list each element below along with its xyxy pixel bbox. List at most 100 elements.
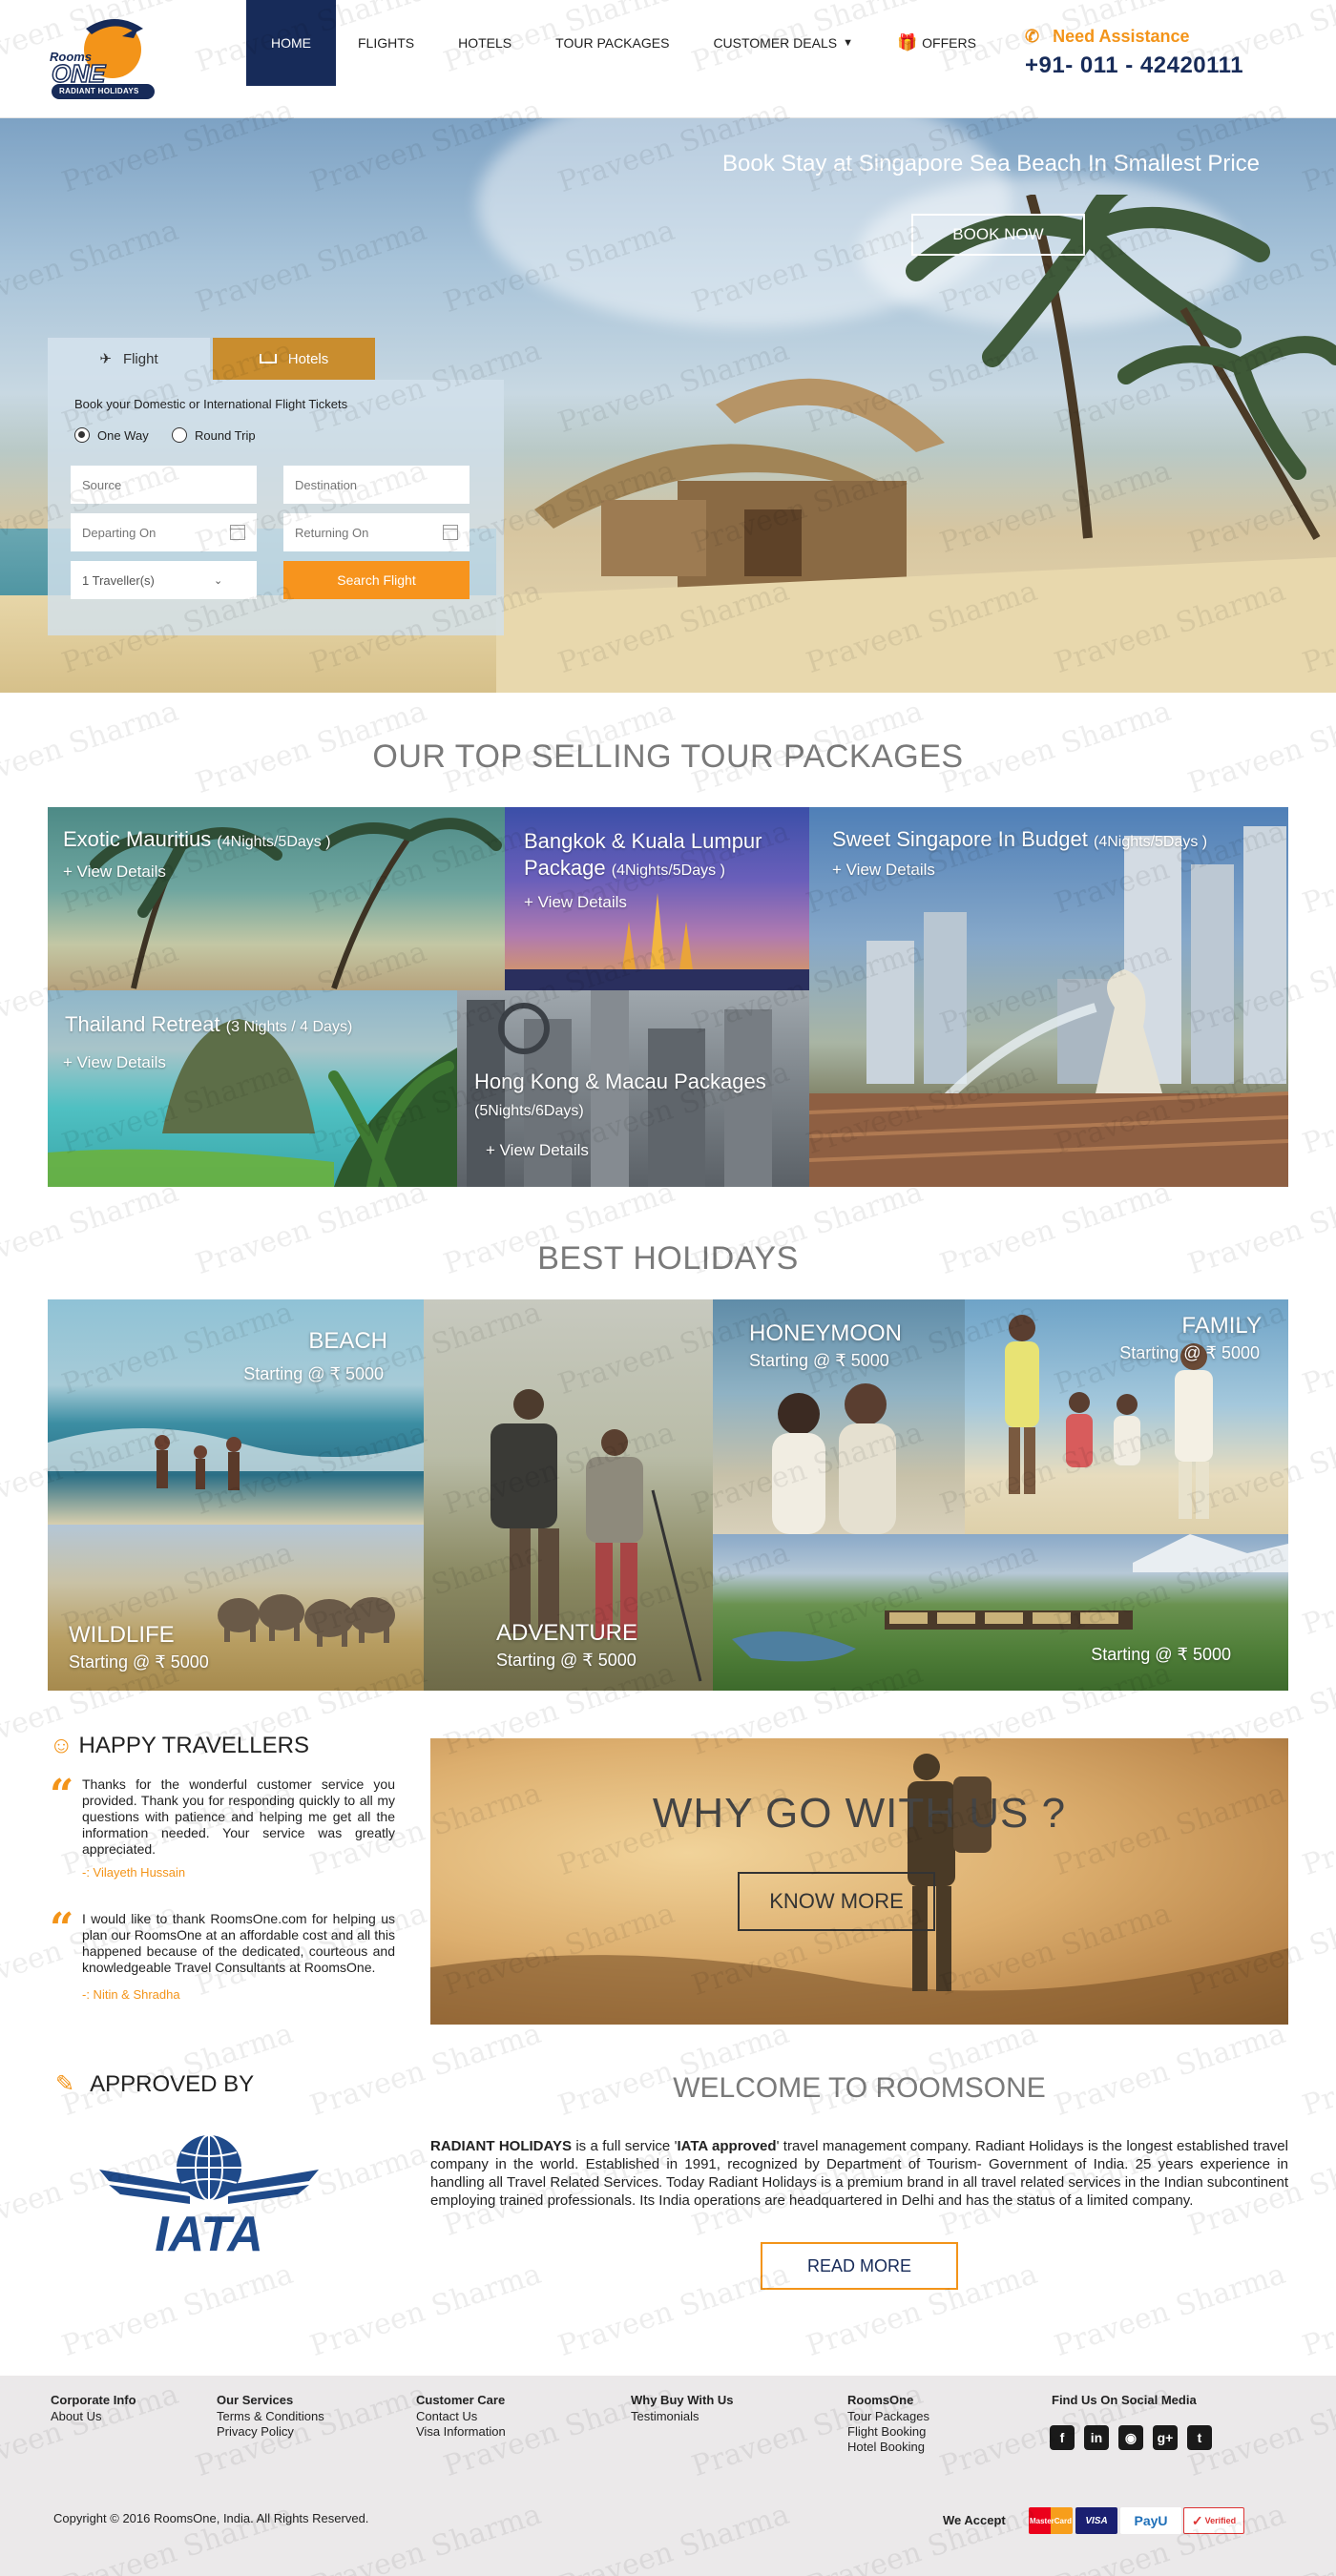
phone-icon: ✆ [1025, 27, 1040, 46]
tab-flight[interactable]: ✈ Flight [48, 338, 210, 380]
verified-label: Verified [1204, 2516, 1237, 2525]
radio-round-trip-label: Round Trip [195, 427, 256, 443]
watermark-text: Praveen Sharma [553, 2256, 794, 2364]
calendar-icon[interactable] [230, 525, 245, 540]
return-date-input[interactable] [295, 525, 443, 540]
social-title: Find Us On Social Media [1052, 2393, 1197, 2407]
twitter-icon[interactable]: t [1187, 2425, 1212, 2450]
view-details-link[interactable]: + View Details [63, 1053, 166, 1072]
search-flight-button[interactable]: Search Flight [283, 561, 470, 599]
gift-icon: 🎁 [897, 33, 918, 52]
bed-icon [259, 354, 277, 364]
holiday-tile-wildlife[interactable]: WILDLIFE Starting @ ₹ 5000 [48, 1525, 424, 1691]
happy-travellers-title: ☺ HAPPY TRAVELLERS [50, 1733, 309, 1759]
depart-date-field[interactable] [71, 513, 257, 551]
nav-flights-label: FLIGHTS [358, 35, 415, 51]
footer-heading[interactable]: RoomsOne [847, 2393, 929, 2408]
view-details-link[interactable]: + View Details [63, 862, 166, 882]
footer-link-contact[interactable]: Contact Us [416, 2409, 506, 2424]
holiday-tile-beach[interactable]: BEACH Starting @ ₹ 5000 [48, 1299, 424, 1525]
logo-sub-text: RADIANT HOLIDAYS [59, 87, 139, 95]
holiday-tile-family[interactable]: FAMILY Starting @ ₹ 5000 [965, 1299, 1288, 1534]
footer-link-tour-packages[interactable]: Tour Packages [847, 2409, 929, 2424]
instagram-icon[interactable]: ◉ [1118, 2425, 1143, 2450]
airplane-icon: ✈ [99, 351, 112, 367]
footer-link-visa[interactable]: Visa Information [416, 2424, 506, 2440]
watermark-text: Praveen Sharma [1298, 2017, 1336, 2124]
tour-tile-singapore[interactable]: Sweet Singapore In Budget (4Nights/5Days… [809, 807, 1288, 1187]
footer-link-privacy[interactable]: Privacy Policy [217, 2424, 324, 2440]
know-more-button[interactable]: KNOW MORE [738, 1872, 935, 1931]
footer-col-customer-care: Customer Care Contact Us Visa Informatio… [416, 2393, 506, 2440]
google-plus-icon[interactable]: g+ [1153, 2425, 1178, 2450]
footer-link-testimonials[interactable]: Testimonials [631, 2409, 734, 2424]
holiday-name: WILDLIFE [69, 1622, 175, 1648]
footer-heading[interactable]: Corporate Info [51, 2393, 136, 2408]
tour-name: Hong Kong & Macau Packages [474, 1070, 766, 1093]
destination-input[interactable] [295, 477, 458, 492]
footer-link-flight-booking[interactable]: Flight Booking [847, 2424, 929, 2440]
nav-tour-packages[interactable]: TOUR PACKAGES [533, 0, 691, 86]
tour-tile-bangkok[interactable]: Bangkok & Kuala Lumpur Package (4Nights/… [505, 807, 809, 990]
view-details-link[interactable]: + View Details [832, 861, 935, 880]
footer-link-about[interactable]: About Us [51, 2409, 136, 2424]
tour-tile-mauritius[interactable]: Exotic Mauritius (4Nights/5Days ) + View… [48, 807, 505, 990]
footer-heading[interactable]: Why Buy With Us [631, 2393, 734, 2408]
welcome-title: WELCOME TO ROOMSONE [673, 2072, 1046, 2104]
view-details-link[interactable]: + View Details [486, 1141, 589, 1160]
linkedin-icon[interactable]: in [1084, 2425, 1109, 2450]
holiday-name: BEACH [308, 1328, 387, 1354]
hero-banner: Book Stay at Singapore Sea Beach In Smal… [0, 118, 1336, 693]
nav-hotels[interactable]: HOTELS [436, 0, 533, 86]
source-input[interactable] [82, 477, 245, 492]
footer-heading[interactable]: Our Services [217, 2393, 324, 2408]
check-icon: ✓ [1191, 2512, 1203, 2528]
tour-duration: (4Nights/5Days ) [1093, 834, 1208, 850]
holiday-price: Starting @ ₹ 5000 [243, 1364, 384, 1383]
calendar-icon[interactable] [443, 525, 458, 540]
assistance-label: Need Assistance [1053, 27, 1190, 46]
nav-offers[interactable]: 🎁 OFFERS [875, 0, 998, 86]
return-date-field[interactable] [283, 513, 470, 551]
tour-tile-hongkong[interactable]: Hong Kong & Macau Packages (5Nights/6Days… [457, 990, 809, 1187]
tab-flight-label: Flight [122, 350, 158, 367]
assistance-phone[interactable]: +91- 011 - 42420111 [1025, 52, 1254, 79]
radio-round-trip[interactable]: Round Trip [172, 427, 256, 443]
holiday-tile-hills[interactable]: Starting @ ₹ 5000 [713, 1534, 1288, 1691]
watermark-text: Praveen Sharma [1050, 2016, 1290, 2124]
holiday-name: HONEYMOON [749, 1320, 903, 1346]
assistance-block: ✆ Need Assistance +91- 011 - 42420111 [1025, 27, 1254, 79]
read-more-button[interactable]: READ MORE [761, 2242, 958, 2290]
smiley-icon: ☺ [50, 1733, 73, 1758]
iata-logo-text: IATA [155, 2207, 263, 2262]
nav-home[interactable]: HOME [246, 0, 336, 86]
book-now-button[interactable]: BOOK NOW [911, 214, 1085, 256]
footer-heading[interactable]: Customer Care [416, 2393, 506, 2408]
watermark-text: Praveen Sharma [1298, 1536, 1336, 1643]
tours-section-title: OUR TOP SELLING TOUR PACKAGES [372, 738, 964, 775]
radio-one-way-label: One Way [97, 427, 149, 443]
holiday-price: Starting @ ₹ 5000 [1119, 1343, 1260, 1362]
destination-field[interactable] [283, 466, 470, 504]
site-logo[interactable]: Rooms ONE RADIANT HOLIDAYS [48, 10, 162, 105]
footer-link-hotel-booking[interactable]: Hotel Booking [847, 2440, 929, 2455]
tour-tile-thailand[interactable]: Thailand Retreat (3 Nights / 4 Days) + V… [48, 990, 457, 1187]
radio-one-way[interactable]: One Way [74, 427, 149, 443]
tour-title: Exotic Mauritius (4Nights/5Days ) [63, 826, 331, 856]
nav-customer-deals[interactable]: CUSTOMER DEALS ▼ [691, 0, 875, 86]
facebook-icon[interactable]: f [1050, 2425, 1075, 2450]
tour-name: Exotic Mauritius [63, 827, 212, 851]
tab-hotels[interactable]: Hotels [213, 338, 375, 380]
logo-main-text: ONE [51, 58, 106, 89]
depart-date-input[interactable] [82, 525, 230, 540]
tour-duration: (3 Nights / 4 Days) [225, 1019, 353, 1035]
source-field[interactable] [71, 466, 257, 504]
holidays-section-title: BEST HOLIDAYS [537, 1240, 799, 1277]
footer-link-terms[interactable]: Terms & Conditions [217, 2409, 324, 2424]
holiday-tile-adventure[interactable]: ADVENTURE Starting @ ₹ 5000 [424, 1299, 713, 1691]
footer-col-roomsone: RoomsOne Tour Packages Flight Booking Ho… [847, 2393, 929, 2455]
holiday-tile-honeymoon[interactable]: HONEYMOON Starting @ ₹ 5000 [713, 1299, 965, 1534]
nav-flights[interactable]: FLIGHTS [336, 0, 436, 86]
view-details-link[interactable]: + View Details [524, 893, 627, 912]
travellers-select[interactable]: 1 Traveller(s) ⌄ [71, 561, 257, 599]
